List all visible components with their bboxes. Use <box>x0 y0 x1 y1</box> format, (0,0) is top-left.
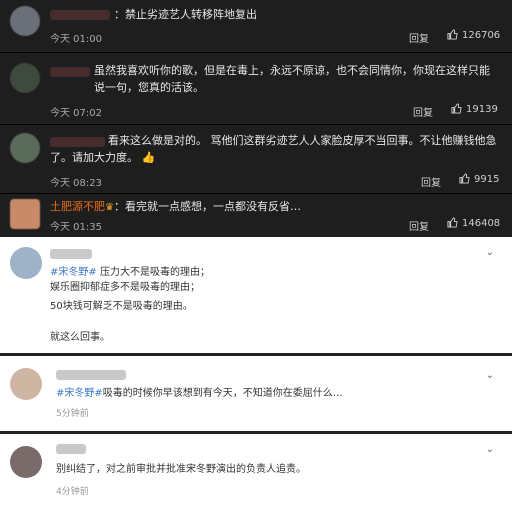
avatar[interactable] <box>10 368 42 400</box>
comment-time: 今天 01:00 <box>50 34 102 45</box>
light-comment-3: ⌄ 别纠结了，对之前审批并批准宋冬野演出的负责人追责。 4分钟前 <box>0 434 512 514</box>
username-redacted[interactable] <box>50 10 110 20</box>
avatar[interactable] <box>10 446 42 478</box>
avatar[interactable] <box>10 133 40 163</box>
comment-text: 别纠结了，对之前审批并批准宋冬野演出的负责人追责。 <box>56 464 306 475</box>
avatar[interactable] <box>10 6 40 36</box>
reply-button[interactable]: 回复 <box>409 218 429 233</box>
comment-text: ：禁止劣迹艺人转移阵地复出 <box>114 8 257 21</box>
light-comment-1: ⌄ #宋冬野# 压力大不是吸毒的理由； 娱乐圈抑郁症多不是吸毒的理由； 50块钱… <box>0 237 512 353</box>
chevron-down-icon[interactable]: ⌄ <box>486 370 494 381</box>
username-redacted[interactable] <box>56 370 126 380</box>
thumbs-up-emoji-icon: 👍 <box>138 151 156 164</box>
comment-time: 今天 08:23 <box>50 178 102 189</box>
topic-link[interactable]: #宋冬野# <box>56 388 103 399</box>
reply-button[interactable]: 回复 <box>413 104 433 119</box>
thumbs-up-icon <box>459 173 470 184</box>
like-button[interactable]: 126706 <box>447 29 500 41</box>
comment-text: #宋冬野# 压力大不是吸毒的理由； 娱乐圈抑郁症多不是吸毒的理由； 50块钱可解… <box>50 267 210 343</box>
like-button[interactable]: 146408 <box>447 217 500 229</box>
reply-button[interactable]: 回复 <box>421 174 441 189</box>
like-count: 126706 <box>462 30 501 41</box>
avatar[interactable] <box>10 247 42 279</box>
dark-comments-panel: ：禁止劣迹艺人转移阵地复出 今天 01:00 回复 126706 虽然我喜欢听你… <box>0 0 512 237</box>
comment-text: #宋冬野#吸毒的时候你早该想到有今天，不知道你在委屈什么… <box>56 388 343 399</box>
light-comment-2: ⌄ #宋冬野#吸毒的时候你早该想到有今天，不知道你在委屈什么… 5分钟前 <box>0 356 512 432</box>
like-count: 19139 <box>466 104 498 115</box>
topic-link[interactable]: #宋冬野# <box>50 267 97 278</box>
comment-time: 4分钟前 <box>56 487 89 497</box>
chevron-down-icon[interactable]: ⌄ <box>486 247 494 258</box>
chevron-down-icon[interactable]: ⌄ <box>486 444 494 455</box>
vip-badge-icon: ♛ <box>105 202 114 213</box>
thumbs-up-icon <box>451 103 462 114</box>
avatar[interactable] <box>10 63 40 93</box>
like-button[interactable]: 9915 <box>459 173 499 185</box>
thumbs-up-icon <box>447 29 458 40</box>
username-redacted[interactable] <box>50 67 90 77</box>
comment-time: 今天 07:02 <box>50 108 102 119</box>
like-count: 146408 <box>462 218 501 229</box>
like-count: 9915 <box>474 174 500 185</box>
reply-button[interactable]: 回复 <box>409 30 429 45</box>
thumbs-up-icon <box>447 217 458 228</box>
like-button[interactable]: 19139 <box>451 103 498 115</box>
comment-time: 5分钟前 <box>56 409 89 419</box>
comment-text: 看来这么做是对的。 骂他们这群劣迹艺人人家脸皮厚不当回事。不让他赚钱他急了。请加… <box>50 134 497 164</box>
comment-text: 土肥源不肥♛：看完就一点感想，一点都没有反省… <box>50 200 301 213</box>
avatar[interactable] <box>10 199 40 229</box>
comment-time: 今天 01:35 <box>50 222 102 233</box>
comment-text: 虽然我喜欢听你的歌，但是在毒上，永远不原谅，也不会同情你，你现在这样只能说一句，… <box>94 64 490 94</box>
comment-username[interactable]: 土肥源不肥 <box>50 200 105 213</box>
username-redacted[interactable] <box>56 444 86 454</box>
username-redacted[interactable] <box>50 249 92 259</box>
